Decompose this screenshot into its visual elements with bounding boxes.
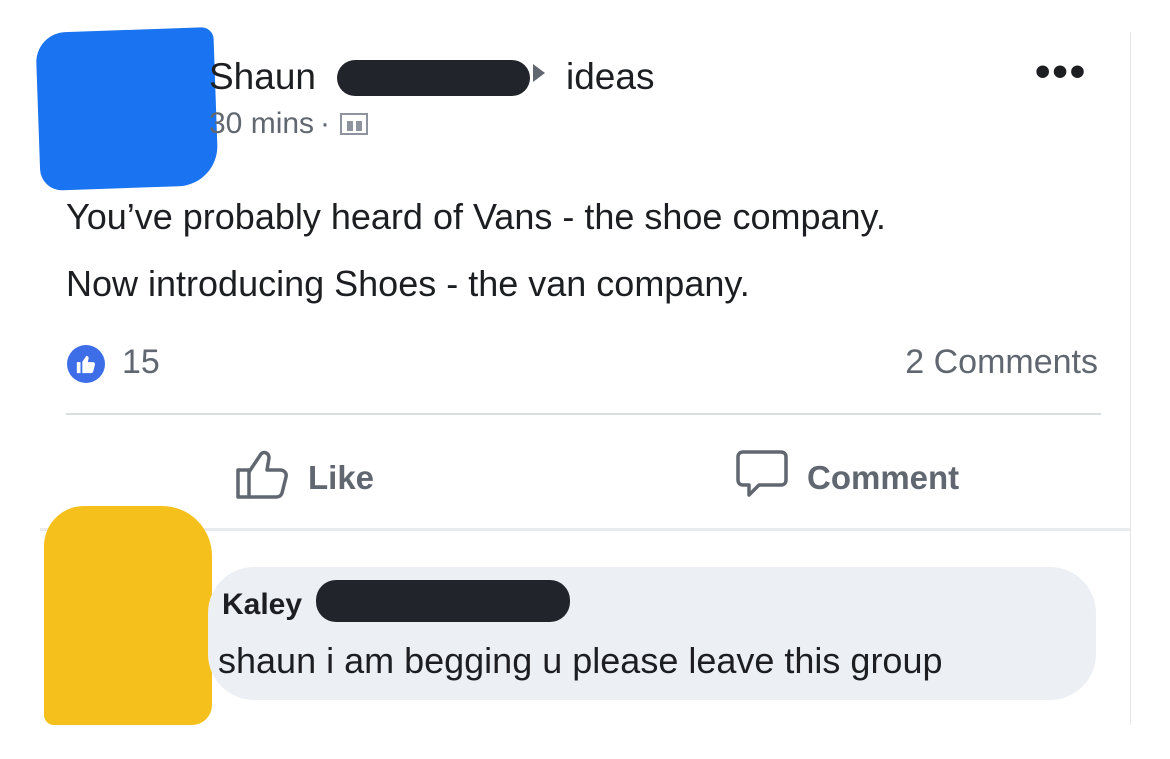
author-name[interactable]: Shaun <box>209 56 316 98</box>
comment-button[interactable]: Comment <box>735 448 959 508</box>
thumbs-up-outline-icon <box>234 448 290 508</box>
comment-label: Comment <box>807 459 960 496</box>
group-name[interactable]: ideas <box>566 56 654 98</box>
comment-text: shaun i am begging u please leave this g… <box>218 640 943 681</box>
thumbs-up-icon[interactable] <box>67 345 105 383</box>
more-options-icon[interactable]: ••• <box>1035 50 1087 94</box>
author-avatar[interactable] <box>35 26 219 192</box>
like-count[interactable]: 15 <box>122 343 160 382</box>
comment-author-name[interactable]: Kaley <box>222 588 302 622</box>
post-text-line-2: Now introducing Shoes - the van company. <box>66 263 750 304</box>
redacted-commenter-surname <box>316 580 570 622</box>
members-icon <box>340 113 369 135</box>
post-meta: 30 mins · <box>209 107 369 141</box>
divider <box>66 413 1101 415</box>
commenter-avatar[interactable] <box>44 506 212 725</box>
like-label: Like <box>308 459 375 496</box>
triangle-right-icon <box>533 64 545 82</box>
post-time[interactable]: 30 mins <box>209 107 314 141</box>
post-text-line-1: You’ve probably heard of Vans - the shoe… <box>66 196 886 237</box>
meta-separator: · <box>320 107 331 140</box>
comments-count[interactable]: 2 Comments <box>905 343 1098 382</box>
redacted-surname <box>337 60 530 96</box>
like-button[interactable]: Like <box>234 448 374 508</box>
speech-bubble-icon <box>735 448 789 508</box>
